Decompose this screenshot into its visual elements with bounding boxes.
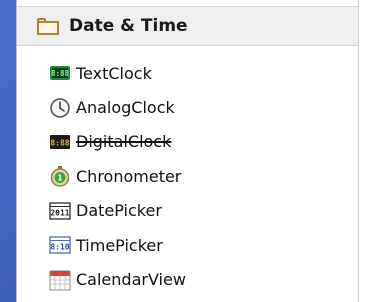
svg-text:8:88: 8:88 — [51, 69, 70, 78]
palette-item-digitalclock[interactable]: 8:88 DigitalClock — [17, 125, 358, 159]
digitalclock-icon: 8:88 — [50, 134, 70, 149]
widget-palette: Date & Time 8:88 TextClock AnalogClock 8… — [16, 0, 365, 302]
palette-item-calendarview[interactable]: CalendarView — [17, 262, 358, 296]
calendarview-icon — [49, 270, 71, 291]
analog-clock-icon — [50, 97, 70, 118]
palette-item-label: CalendarView — [76, 270, 186, 290]
palette-item-label: DatePicker — [76, 201, 162, 221]
palette-item-list: 8:88 TextClock AnalogClock 8:88 DigitalC… — [17, 56, 358, 297]
palette-item-label: TimePicker — [76, 235, 163, 255]
palette-item-datepicker[interactable]: 2011 DatePicker — [17, 194, 358, 228]
scroll-gutter[interactable] — [358, 0, 365, 302]
svg-text:8:10: 8:10 — [50, 243, 69, 252]
category-title: Date & Time — [69, 16, 188, 36]
svg-text:2011: 2011 — [50, 208, 69, 217]
svg-text:8:88: 8:88 — [50, 138, 69, 147]
palette-item-textclock[interactable]: 8:88 TextClock — [17, 56, 358, 90]
textclock-icon: 8:88 — [50, 66, 70, 81]
palette-item-label: AnalogClock — [76, 98, 175, 118]
chronometer-icon: 1 — [50, 166, 70, 188]
datepicker-icon: 2011 — [49, 202, 71, 220]
folder-icon — [37, 17, 59, 35]
palette-item-label: TextClock — [76, 63, 152, 83]
palette-item-timepicker[interactable]: 8:10 TimePicker — [17, 228, 358, 262]
svg-text:1: 1 — [57, 174, 62, 183]
palette-item-chronometer[interactable]: 1 Chronometer — [17, 159, 358, 193]
palette-item-label: DigitalClock — [76, 132, 172, 152]
palette-item-label: Chronometer — [76, 166, 182, 186]
category-header-date-time[interactable]: Date & Time — [17, 6, 358, 46]
palette-item-analogclock[interactable]: AnalogClock — [17, 90, 358, 124]
timepicker-icon: 8:10 — [49, 236, 71, 254]
